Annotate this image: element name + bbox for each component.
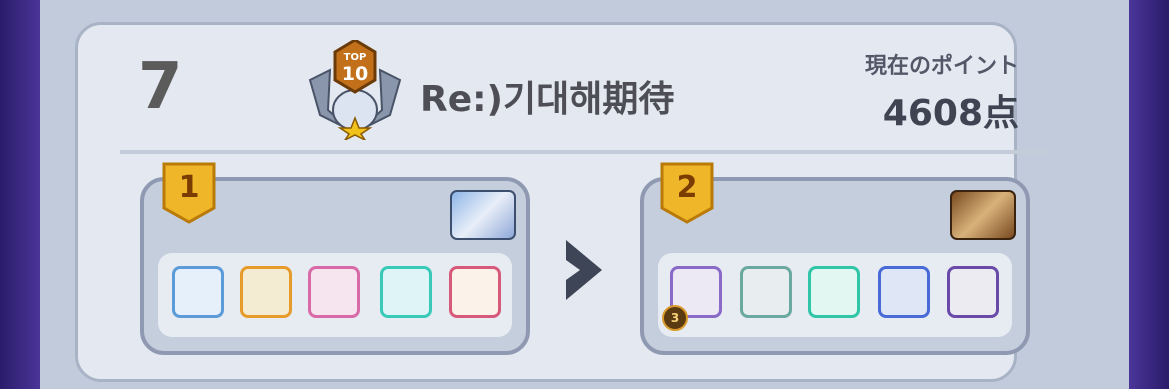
lotus-skill-icon[interactable] (380, 266, 432, 318)
wave-spiral-skill-icon[interactable] (878, 266, 930, 318)
team-2-number-badge: 2 (658, 160, 716, 224)
prism-skill-icon[interactable] (449, 266, 501, 318)
divider (120, 150, 1050, 154)
points-label: 現在のポイント (864, 54, 1019, 79)
ice-crystal-relic-icon[interactable] (450, 190, 516, 240)
right-border (1129, 0, 1169, 389)
music-sheet-skill-icon[interactable] (740, 266, 792, 318)
team-2-number: 2 (676, 170, 698, 205)
badge-number-text: 10 (342, 63, 368, 85)
top10-trophy-icon: TOP 10 (308, 40, 402, 140)
points-value: 4608点 (882, 93, 1019, 134)
blue-shield-skill-icon[interactable] (172, 266, 224, 318)
void-star-skill-icon[interactable] (947, 266, 999, 318)
player-name: Re:)기대해期待 (420, 79, 675, 120)
item-level-badge: 3 (662, 305, 688, 331)
left-border (0, 0, 40, 389)
team-1-number: 1 (178, 170, 200, 205)
chevron-right-icon (566, 240, 602, 300)
infinity-skill-icon[interactable] (240, 266, 292, 318)
parchment-relic-icon[interactable] (950, 190, 1016, 240)
teal-orb-skill-icon[interactable] (808, 266, 860, 318)
crossed-swords-skill-icon[interactable] (308, 266, 360, 318)
badge-top-text: TOP (344, 52, 367, 63)
rank-number: 7 (138, 50, 183, 124)
team-1-number-badge: 1 (160, 160, 218, 224)
